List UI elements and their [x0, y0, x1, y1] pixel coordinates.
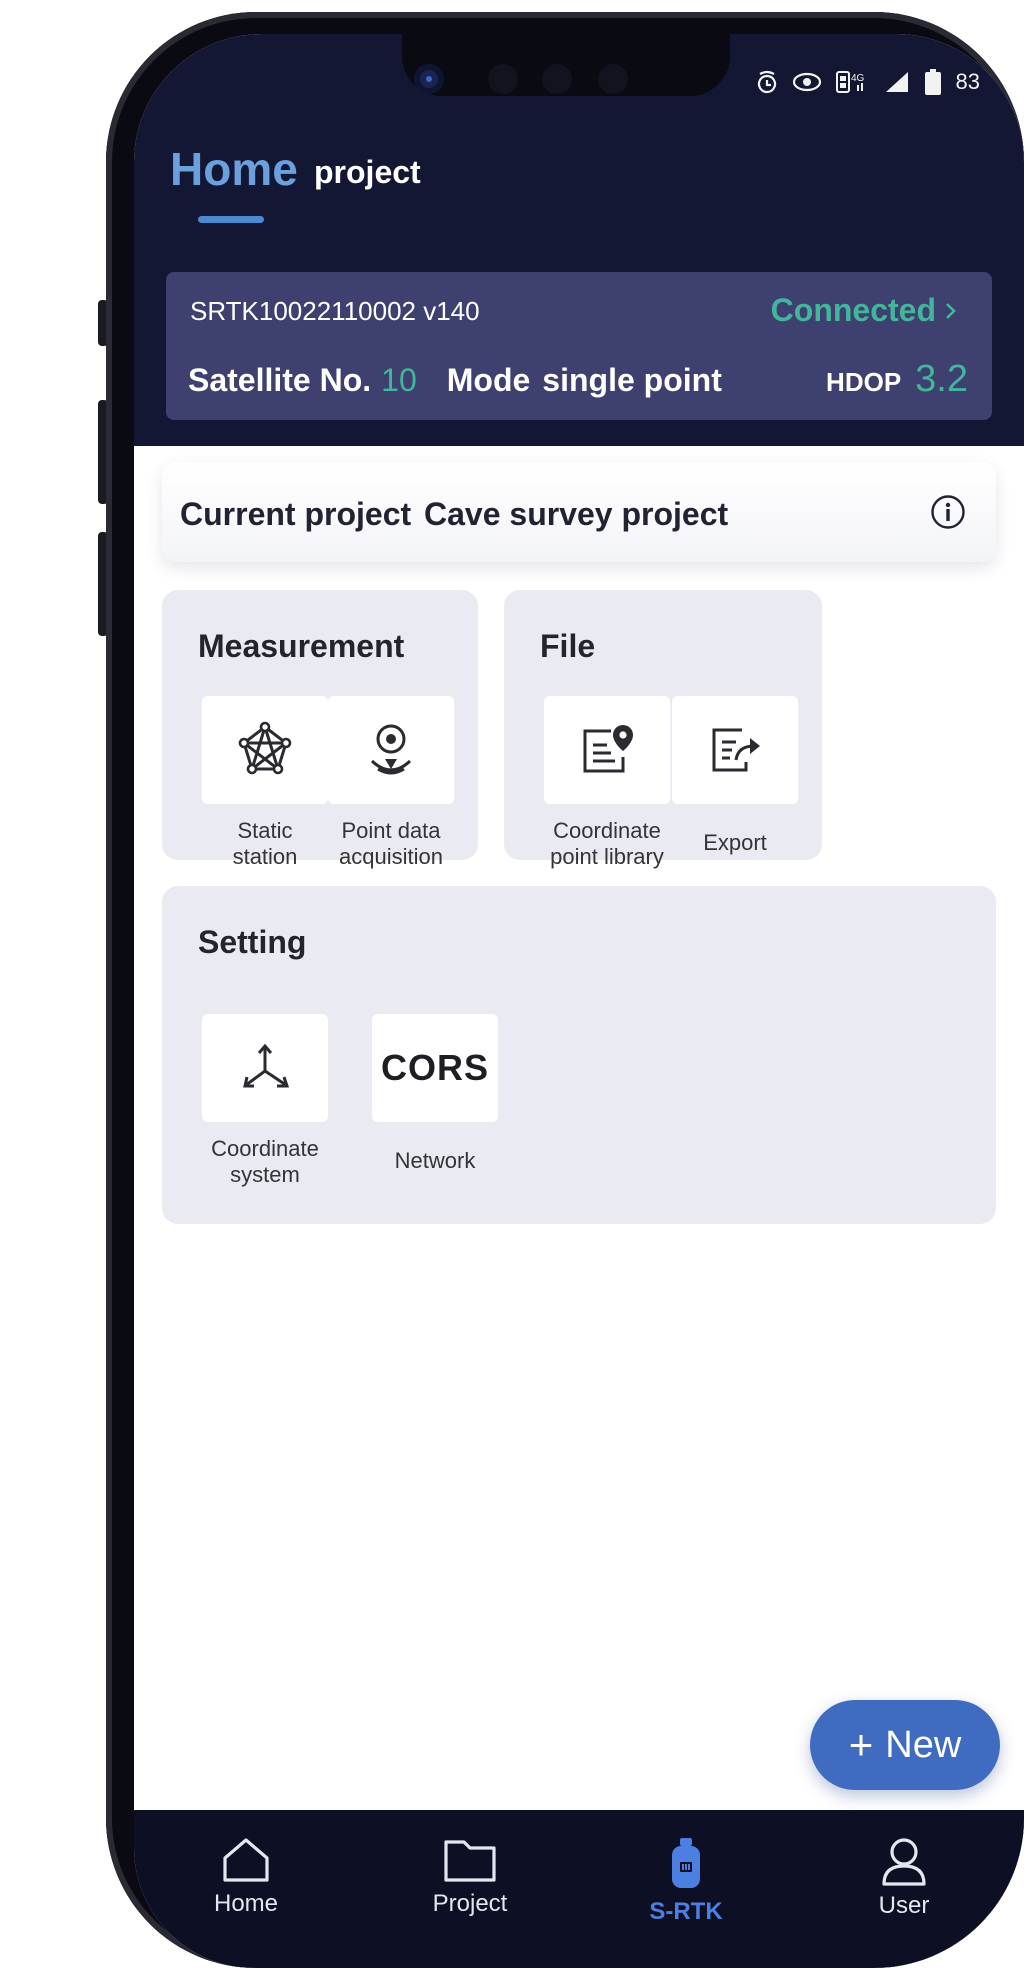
point-data-acquisition-label: Point data acquisition	[339, 818, 443, 869]
cors-network-button[interactable]: CORS	[372, 1014, 498, 1122]
measurement-card: Measurement Static station Point data ac…	[162, 590, 478, 869]
coordinate-library-icon	[583, 725, 633, 773]
axes-icon	[243, 1043, 290, 1088]
nav-user-label: User	[878, 1892, 930, 1919]
cell-signal-icon	[885, 72, 908, 92]
device-status-card[interactable]: SRTK10022110002 v140 Connected Satellite…	[166, 272, 992, 420]
nav-home[interactable]: Home	[166, 1836, 326, 1918]
chevron-right-icon	[946, 302, 956, 319]
location-point-icon	[370, 724, 412, 775]
export-button[interactable]	[672, 696, 798, 804]
device-id: SRTK10022110002 v140	[190, 296, 480, 326]
nav-srtk-label: S-RTK	[649, 1898, 723, 1925]
mode-value: single point	[542, 362, 722, 398]
phone-frame: 4G 83 Home project SRTK10022110002 v140 …	[106, 12, 1024, 1968]
setting-title: Setting	[198, 924, 307, 960]
sensor-icon	[488, 64, 518, 94]
sensor-icon	[542, 64, 572, 94]
file-card: File Coordinate point library Export	[504, 590, 822, 869]
coordinate-system-button[interactable]	[202, 1014, 328, 1122]
nav-srtk[interactable]: S-RTK	[606, 1836, 766, 1926]
export-icon	[712, 728, 760, 772]
svg-text:4G: 4G	[851, 73, 865, 84]
camera-notch	[402, 34, 730, 96]
export-label: Export	[703, 830, 767, 855]
current-project-bar[interactable]: Current project Cave survey project	[162, 462, 996, 562]
tab-project[interactable]: project	[314, 154, 421, 191]
point-data-acquisition-button[interactable]	[328, 696, 454, 804]
tab-active-indicator	[198, 216, 264, 223]
home-icon	[223, 1838, 269, 1882]
user-icon	[882, 1838, 926, 1886]
network-label: Network	[394, 1148, 476, 1173]
connection-status[interactable]: Connected	[771, 292, 958, 329]
alarm-icon	[757, 70, 776, 94]
bottom-navigation: Home Project S-RTK User	[134, 1810, 1024, 1968]
coordinate-system-label: Coordinate system	[211, 1136, 319, 1187]
static-station-icon	[238, 721, 292, 775]
front-camera-icon	[414, 64, 444, 94]
satellite-label: Satellite No.	[188, 362, 372, 398]
current-project-label: Current project	[180, 496, 412, 532]
info-icon[interactable]	[930, 494, 966, 530]
coordinate-point-library-button[interactable]	[544, 696, 670, 804]
battery-icon	[924, 69, 941, 95]
sensor-icon	[598, 64, 628, 94]
srtk-device-icon	[672, 1838, 700, 1888]
header-area: 4G 83 Home project SRTK10022110002 v140 …	[134, 34, 1024, 446]
static-station-button[interactable]	[202, 696, 328, 804]
satellite-count: 10	[381, 362, 417, 398]
plus-icon: +	[848, 1721, 874, 1768]
hdop-value: 3.2	[915, 358, 968, 400]
cors-icon: CORS	[380, 1047, 489, 1088]
battery-level: 83	[955, 69, 980, 94]
nav-user[interactable]: User	[824, 1836, 984, 1920]
new-button-label: New	[885, 1723, 962, 1766]
connection-status-text: Connected	[770, 292, 936, 328]
tab-home[interactable]: Home	[170, 142, 298, 196]
phone-screen: 4G 83 Home project SRTK10022110002 v140 …	[134, 34, 1024, 1968]
mode-label: Mode	[446, 362, 531, 398]
new-project-button[interactable]: + New	[810, 1700, 1000, 1790]
hdop-label: HDOP	[826, 367, 902, 397]
setting-card: Setting Coordinate system CORS Network	[162, 886, 996, 1224]
eye-icon	[792, 72, 821, 92]
status-bar: 4G 83	[756, 64, 980, 100]
nav-home-label: Home	[213, 1890, 279, 1917]
nav-project[interactable]: Project	[390, 1836, 550, 1918]
current-project-name: Cave survey project	[424, 496, 729, 532]
file-title: File	[540, 628, 596, 664]
signal-4g-icon: 4G	[835, 71, 865, 93]
measurement-title: Measurement	[198, 628, 405, 664]
folder-icon	[444, 1840, 496, 1882]
device-metrics-row: Satellite No. 10 Mode single point HDOP …	[188, 358, 968, 401]
nav-project-label: Project	[432, 1890, 508, 1917]
